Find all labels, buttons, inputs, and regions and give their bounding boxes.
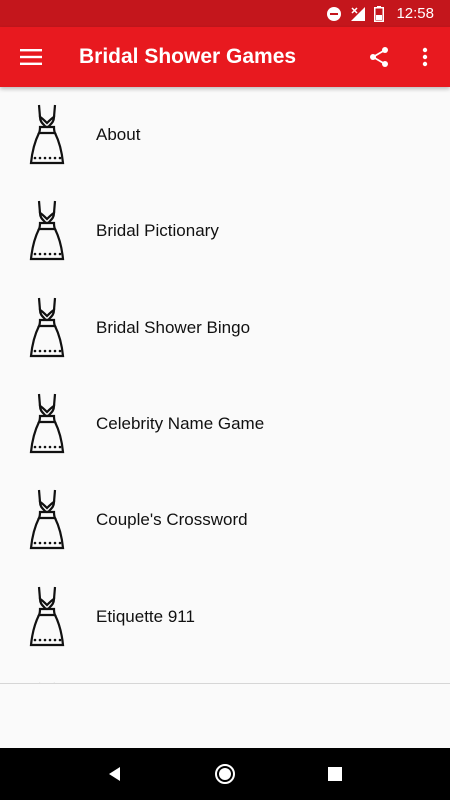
list-item-celebrity-name-game[interactable]: Celebrity Name Game — [0, 376, 450, 472]
overflow-menu-icon[interactable] — [402, 27, 448, 87]
do-not-disturb-icon — [326, 6, 342, 22]
hamburger-menu-icon[interactable] — [0, 27, 62, 87]
list-item-bridal-shower-bingo[interactable]: Bridal Shower Bingo — [0, 280, 450, 376]
battery-icon — [374, 5, 385, 22]
list-item-about[interactable]: About — [0, 87, 450, 183]
list-item-label: Celebrity Name Game — [96, 414, 265, 434]
app-title: Bridal Shower Games — [79, 45, 297, 68]
dress-icon — [0, 488, 96, 552]
share-icon[interactable] — [356, 27, 402, 87]
home-icon[interactable] — [200, 748, 250, 800]
system-nav-bar — [0, 748, 450, 800]
list-item-label: About — [96, 125, 141, 145]
app-bar: Bridal Shower Games — [0, 27, 450, 87]
list-item-label: Bridal Shower Bingo — [96, 317, 251, 337]
recents-icon[interactable] — [310, 748, 360, 800]
list-item-label: Etiquette 911 — [96, 606, 195, 626]
dress-icon — [0, 585, 96, 649]
status-time: 12:58 — [396, 5, 434, 22]
back-icon[interactable] — [90, 748, 140, 800]
list-item-label: Couple's Crossword — [96, 510, 248, 530]
status-bar: 12:58 — [0, 0, 450, 27]
games-list: About Bridal Pictionary Bridal Shower Bi… — [0, 87, 450, 684]
dress-icon — [0, 296, 96, 360]
bottom-area — [0, 684, 450, 748]
list-item-partial[interactable] — [0, 665, 450, 684]
list-item-bridal-pictionary[interactable]: Bridal Pictionary — [0, 183, 450, 279]
dress-icon — [0, 665, 96, 684]
dress-icon — [0, 392, 96, 456]
no-signal-icon — [350, 6, 366, 22]
list-item-label: Bridal Pictionary — [96, 221, 219, 241]
list-item-couples-crossword[interactable]: Couple's Crossword — [0, 472, 450, 568]
list-item-etiquette-911[interactable]: Etiquette 911 — [0, 568, 450, 664]
dress-icon — [0, 199, 96, 263]
dress-icon — [0, 103, 96, 167]
